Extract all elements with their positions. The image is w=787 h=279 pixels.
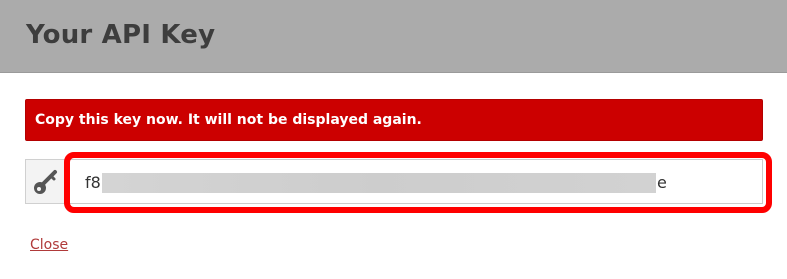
api-key-dialog: Your API Key Copy this key now. It will … [0,0,787,279]
redacted-key-segment [102,173,656,193]
api-key-field-group: f8 e [25,159,763,205]
dialog-title: Your API Key [26,20,216,50]
api-key-prefix: f8 [85,173,101,192]
close-link[interactable]: Close [30,235,68,255]
dialog-header: Your API Key [0,0,787,73]
warning-alert: Copy this key now. It will not be displa… [25,99,763,141]
api-key-input[interactable]: f8 e [65,159,763,204]
key-icon-addon [25,159,65,204]
api-key-suffix: e [657,173,667,192]
